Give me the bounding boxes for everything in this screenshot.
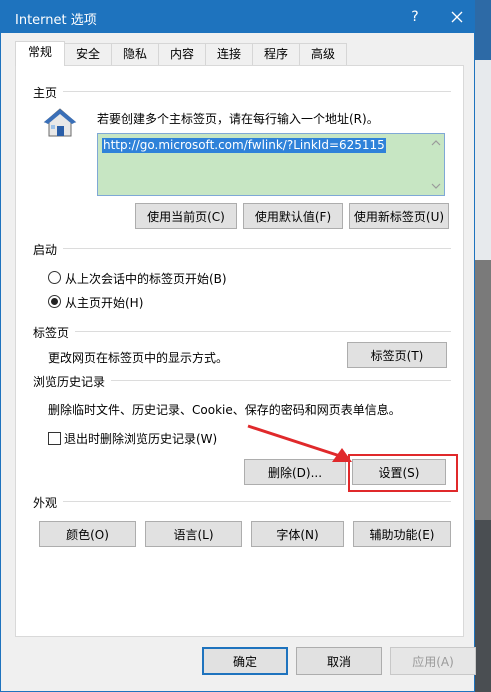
startup-section-title: 启动 xyxy=(33,241,64,258)
homepage-url-textarea[interactable]: http://go.microsoft.com/fwlink/?LinkId=6… xyxy=(97,133,445,196)
homepage-instruction: 若要创建多个主标签页，请在每行输入一个地址(R)。 xyxy=(97,112,379,126)
startup-home-page-label: 从主页开始(H) xyxy=(65,296,144,310)
internet-options-dialog: Internet 选项 ? 常规 安全 隐私 内容 连接 程序 高级 主页 若要… xyxy=(0,0,476,692)
tab-programs[interactable]: 程序 xyxy=(252,43,300,65)
annotation-highlight-box xyxy=(348,454,458,492)
close-button[interactable] xyxy=(441,1,473,33)
scroll-up-arrow-icon[interactable] xyxy=(431,139,441,147)
use-new-tab-button[interactable]: 使用新标签页(U) xyxy=(349,203,449,229)
delete-history-on-exit-label: 退出时删除浏览历史记录(W) xyxy=(64,432,218,446)
appearance-separator xyxy=(36,501,451,502)
tabs-section-title: 标签页 xyxy=(33,324,76,341)
cancel-button[interactable]: 取消 xyxy=(296,647,382,675)
tab-connections[interactable]: 连接 xyxy=(205,43,253,65)
startup-last-session-label: 从上次会话中的标签页开始(B) xyxy=(65,272,227,286)
colors-button[interactable]: 颜色(O) xyxy=(39,521,136,547)
homepage-separator xyxy=(36,91,451,92)
scroll-down-arrow-icon[interactable] xyxy=(431,182,441,190)
use-default-button[interactable]: 使用默认值(F) xyxy=(243,203,343,229)
startup-separator xyxy=(36,248,451,249)
home-icon xyxy=(43,108,77,137)
window-title: Internet 选项 xyxy=(15,13,97,28)
homepage-url-text: http://go.microsoft.com/fwlink/?LinkId=6… xyxy=(102,138,386,153)
history-section-title: 浏览历史记录 xyxy=(33,373,112,390)
languages-button[interactable]: 语言(L) xyxy=(145,521,242,547)
general-tab-panel: 主页 若要创建多个主标签页，请在每行输入一个地址(R)。 http://go.m… xyxy=(15,65,464,637)
startup-last-session-radio[interactable] xyxy=(48,271,61,284)
ok-button[interactable]: 确定 xyxy=(202,647,288,675)
help-button[interactable]: ? xyxy=(399,1,431,33)
startup-home-page-radio[interactable] xyxy=(48,295,61,308)
tab-general[interactable]: 常规 xyxy=(15,41,65,66)
tab-privacy[interactable]: 隐私 xyxy=(111,43,159,65)
appearance-section-title: 外观 xyxy=(33,494,64,511)
apply-button[interactable]: 应用(A) xyxy=(390,647,476,675)
tab-security[interactable]: 安全 xyxy=(64,43,112,65)
close-icon xyxy=(451,11,463,23)
tabs-description: 更改网页在标签页中的显示方式。 xyxy=(48,351,229,365)
tabs-settings-button[interactable]: 标签页(T) xyxy=(347,342,447,368)
background-desktop-right xyxy=(473,0,491,692)
tabs-separator xyxy=(36,331,451,332)
use-current-page-button[interactable]: 使用当前页(C) xyxy=(135,203,237,229)
delete-history-on-exit-checkbox[interactable] xyxy=(48,432,61,445)
homepage-section-title: 主页 xyxy=(33,84,64,101)
accessibility-button[interactable]: 辅助功能(E) xyxy=(353,521,451,547)
tab-advanced[interactable]: 高级 xyxy=(299,43,347,65)
title-bar: Internet 选项 ? xyxy=(1,1,474,33)
tab-content[interactable]: 内容 xyxy=(158,43,206,65)
fonts-button[interactable]: 字体(N) xyxy=(251,521,344,547)
history-description: 删除临时文件、历史记录、Cookie、保存的密码和网页表单信息。 xyxy=(48,403,401,417)
